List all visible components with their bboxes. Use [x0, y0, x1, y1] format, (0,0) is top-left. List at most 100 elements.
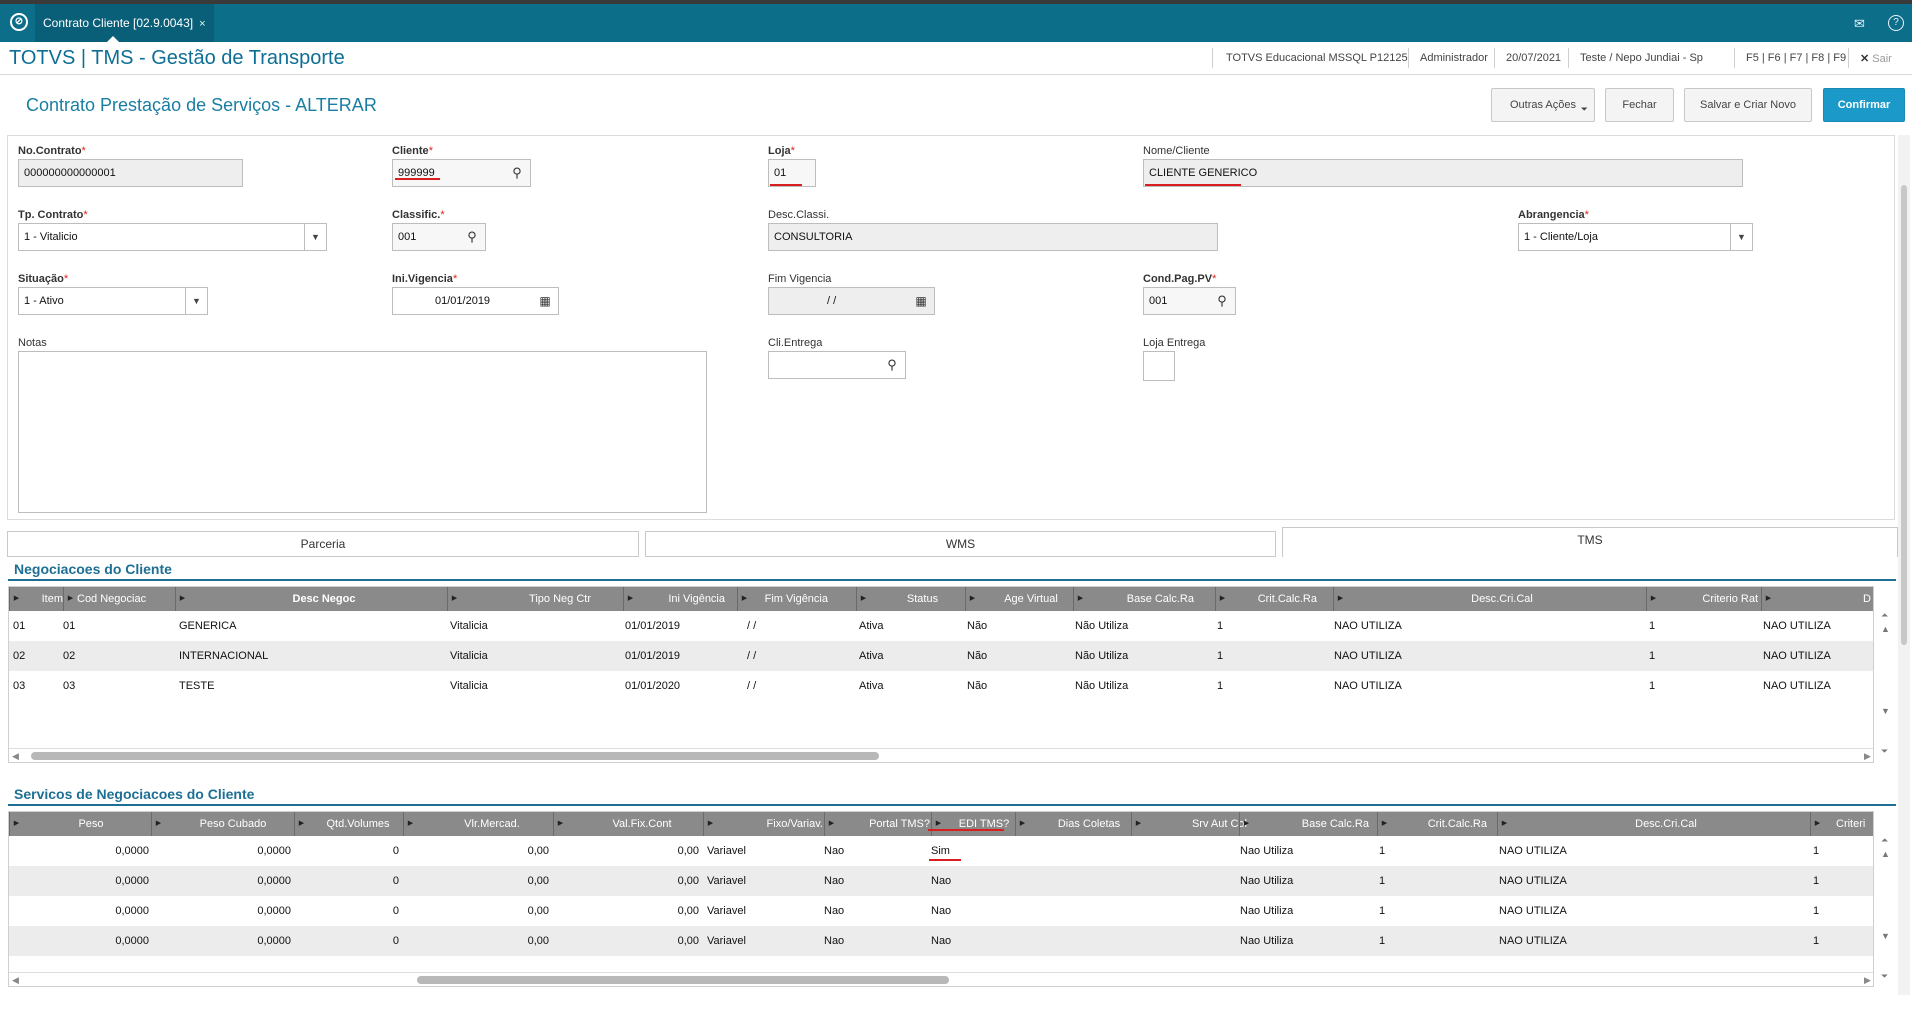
col-header-cod-negociac[interactable]: Cod Negociac: [77, 587, 167, 611]
cli-entrega-field[interactable]: ⚲: [768, 351, 906, 379]
close-button[interactable]: Fechar: [1605, 88, 1674, 122]
save-new-button[interactable]: Salvar e Criar Novo: [1684, 88, 1812, 122]
fim-vigencia-field[interactable]: / / ▦: [768, 287, 935, 315]
tp-contrato-select[interactable]: 1 - Vitalicio ▼: [18, 223, 327, 251]
loja-field[interactable]: 01: [768, 159, 816, 187]
column-resize-icon[interactable]: ▶: [175, 587, 189, 611]
cliente-field[interactable]: 999999 ⚲: [392, 159, 531, 187]
col-header-peso-cubado[interactable]: Peso Cubado: [165, 812, 301, 836]
col-header-desc-cri-cal[interactable]: Desc.Cri.Cal: [1511, 812, 1821, 836]
col-header-edi-tms[interactable]: EDI TMS?: [945, 812, 1023, 836]
tab-parceria[interactable]: Parceria: [7, 531, 639, 557]
column-resize-icon[interactable]: ▶: [856, 587, 870, 611]
scroll-top-icon[interactable]: ⏶: [1881, 835, 1888, 846]
branch-label[interactable]: Teste / Nepo Jundiai - Sp: [1580, 52, 1703, 64]
notas-textarea[interactable]: [18, 351, 707, 513]
column-resize-icon[interactable]: ▶: [1073, 587, 1087, 611]
col-header-ini-vigencia[interactable]: Ini Vigência: [637, 587, 737, 611]
column-resize-icon[interactable]: ▶: [703, 812, 717, 836]
column-resize-icon[interactable]: ▶: [931, 812, 945, 836]
search-icon[interactable]: ⚲: [459, 224, 485, 250]
scroll-left-icon[interactable]: ◀: [12, 973, 19, 986]
nome-cliente-field[interactable]: CLIENTE GENERICO: [1143, 159, 1743, 187]
cond-pag-field[interactable]: 001 ⚲: [1143, 287, 1236, 315]
column-resize-icon[interactable]: ▶: [1239, 812, 1253, 836]
col-header-val-fix-cont[interactable]: Val.Fix.Cont: [567, 812, 717, 836]
col-header-peso[interactable]: Peso: [23, 812, 159, 836]
ini-vigencia-field[interactable]: 01/01/2019 ▦: [392, 287, 559, 315]
tab-tms[interactable]: TMS: [1282, 527, 1898, 557]
scroll-bottom-icon[interactable]: ⏷: [1881, 746, 1888, 757]
desc-classi-field[interactable]: CONSULTORIA: [768, 223, 1218, 251]
column-resize-icon[interactable]: ▶: [9, 587, 23, 611]
page-vertical-scrollbar[interactable]: [1898, 135, 1910, 995]
chevron-down-icon[interactable]: ▼: [185, 288, 207, 314]
col-header-qtd-volumes[interactable]: Qtd.Volumes: [308, 812, 408, 836]
scroll-up-icon[interactable]: ▲: [1881, 624, 1890, 634]
scroll-thumb[interactable]: [31, 752, 879, 760]
column-resize-icon[interactable]: ▶: [824, 812, 838, 836]
abrangencia-select[interactable]: 1 - Cliente/Loja ▼: [1518, 223, 1753, 251]
column-resize-icon[interactable]: ▶: [965, 587, 979, 611]
col-header-crit-calc[interactable]: Crit.Calc.Ra: [1229, 587, 1329, 611]
col-header-criteri[interactable]: Criteri: [1824, 812, 1873, 836]
column-resize-icon[interactable]: ▶: [553, 812, 567, 836]
column-resize-icon[interactable]: ▶: [1377, 812, 1391, 836]
tab-contrato-cliente[interactable]: Contrato Cliente [02.9.0043] ×: [35, 4, 214, 42]
col-header-base-calc[interactable]: Base Calc.Ra: [1253, 812, 1383, 836]
column-resize-icon[interactable]: ▶: [1333, 587, 1347, 611]
col-header-fixo-variav[interactable]: Fixo/Variav.: [717, 812, 835, 836]
search-icon[interactable]: ⚲: [1209, 288, 1235, 314]
col-header-base-calc[interactable]: Base Calc.Ra: [1087, 587, 1222, 611]
column-resize-icon[interactable]: ▶: [1131, 812, 1145, 836]
search-icon[interactable]: ⚲: [879, 352, 905, 378]
col-header-vlr-mercad[interactable]: Vlr.Mercad.: [417, 812, 567, 836]
col-header-crit-calc[interactable]: Crit.Calc.Ra: [1391, 812, 1501, 836]
help-icon[interactable]: ?: [1888, 15, 1904, 31]
mail-icon[interactable]: ✉: [1854, 16, 1865, 32]
column-resize-icon[interactable]: ▶: [447, 587, 461, 611]
scroll-bottom-icon[interactable]: ⏷: [1881, 971, 1888, 982]
scroll-left-icon[interactable]: ◀: [12, 749, 19, 762]
scroll-down-icon[interactable]: ▼: [1881, 931, 1890, 941]
confirm-button[interactable]: Confirmar: [1823, 88, 1905, 122]
scroll-top-icon[interactable]: ⏶: [1881, 610, 1888, 621]
column-resize-icon[interactable]: ▶: [294, 812, 308, 836]
scroll-thumb[interactable]: [417, 976, 949, 984]
servicos-vertical-scrollbar[interactable]: ⏶ ▲ ▼ ⏷: [1878, 835, 1894, 987]
chevron-down-icon[interactable]: ▼: [304, 224, 326, 250]
loja-entrega-field[interactable]: [1143, 351, 1175, 381]
tab-close-icon[interactable]: ×: [199, 18, 205, 30]
column-resize-icon[interactable]: ▶: [1646, 587, 1660, 611]
horizontal-scrollbar[interactable]: ◀ ▶: [9, 972, 1873, 986]
col-header-portal-tms[interactable]: Portal TMS?: [838, 812, 938, 836]
column-resize-icon[interactable]: ▶: [63, 587, 77, 611]
scroll-down-icon[interactable]: ▼: [1881, 706, 1890, 716]
search-icon[interactable]: ⚲: [504, 160, 530, 186]
column-resize-icon[interactable]: ▶: [1215, 587, 1229, 611]
col-header-desc-cri-cal[interactable]: Desc.Cri.Cal: [1347, 587, 1657, 611]
col-header-desc-negoc[interactable]: Desc Negoc: [189, 587, 459, 611]
negociacoes-vertical-scrollbar[interactable]: ⏶ ▲ ▼ ⏷: [1878, 610, 1894, 762]
calendar-icon[interactable]: ▦: [532, 288, 558, 314]
table-row[interactable]: 0,0000 0,0000 0 0,00 0,00 Variavel Nao Nao Nao U…: [9, 866, 1873, 896]
scroll-thumb[interactable]: [1901, 185, 1907, 645]
classific-field[interactable]: 001 ⚲: [392, 223, 486, 251]
tab-wms[interactable]: WMS: [645, 531, 1276, 557]
column-resize-icon[interactable]: ▶: [1810, 812, 1824, 836]
col-header-fim-vigencia[interactable]: Fim Vigência: [751, 587, 856, 611]
scroll-right-icon[interactable]: ▶: [1864, 973, 1871, 986]
column-resize-icon[interactable]: ▶: [1761, 587, 1775, 611]
table-row[interactable]: 0,0000 0,0000 0 0,00 0,00 Variavel Nao Sim Nao U…: [9, 836, 1873, 866]
table-row[interactable]: 01 01 GENERICA Vitalicia 01/01/2019 / / Ativa N…: [9, 611, 1873, 641]
column-resize-icon[interactable]: ▶: [9, 812, 23, 836]
chevron-down-icon[interactable]: ▼: [1730, 224, 1752, 250]
table-row[interactable]: 03 03 TESTE Vitalicia 01/01/2020 / / Ativa Não N…: [9, 671, 1873, 701]
table-row[interactable]: 0,0000 0,0000 0 0,00 0,00 Variavel Nao Nao Nao U…: [9, 896, 1873, 926]
situacao-select[interactable]: 1 - Ativo ▼: [18, 287, 208, 315]
totvs-logo-icon[interactable]: ⊘: [10, 13, 28, 31]
exit-button[interactable]: ✕ Sair: [1860, 52, 1892, 65]
calendar-icon[interactable]: ▦: [908, 288, 934, 314]
table-row[interactable]: 02 02 INTERNACIONAL Vitalicia 01/01/2019 / / A…: [9, 641, 1873, 671]
col-header-item[interactable]: Item: [23, 587, 63, 611]
